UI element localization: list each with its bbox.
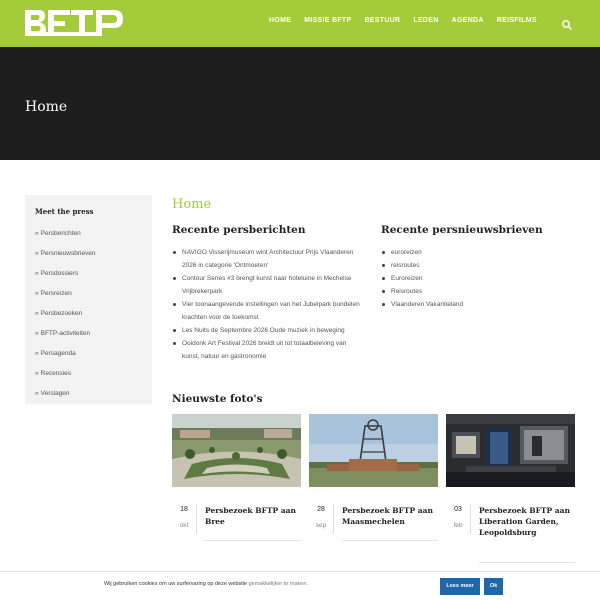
photo-date-day: 03 (454, 506, 462, 513)
card-divider (342, 540, 438, 541)
photo-museum-image[interactable] (446, 414, 575, 487)
page-hero: Home (0, 47, 600, 160)
sidebar-item-persnieuwsbrieven[interactable]: » Persnieuwsbrieven (35, 250, 96, 270)
photo-mine-tower-image[interactable] (309, 414, 438, 487)
photos-heading: Nieuwste foto's (172, 393, 263, 405)
date-divider (196, 504, 197, 534)
search-icon[interactable] (561, 19, 573, 31)
nav-agenda[interactable]: AGENDA (452, 17, 484, 31)
cookie-bar: Wij gebruiken cookies om uw surfervaring… (0, 571, 600, 600)
page-title: Home (172, 197, 212, 212)
newsletter-link[interactable]: Reisroutes (381, 285, 571, 298)
sidebar-item-recensies[interactable]: » Recensies (35, 370, 96, 390)
site-header: HOME MISSIE BFTP BESTUUR LEDEN AGENDA RE… (0, 0, 600, 47)
sidebar-item-persberichten[interactable]: » Persberichten (35, 230, 96, 250)
card-divider (205, 540, 301, 541)
newsletter-link[interactable]: Euroreizen (381, 272, 571, 285)
newsletters-heading: Recente persnieuwsbrieven (381, 224, 543, 236)
press-release-link[interactable]: Les Nuits de Septembre 2026 Oude muziek … (172, 324, 364, 337)
press-release-link[interactable]: NAVIGO Visserijmuseum wint Architectuur … (172, 246, 364, 272)
photo-date-month: feb (453, 522, 463, 529)
photo-card: 03 feb Persbezoek BFTP aan Liberation Ga… (446, 414, 575, 564)
photo-date-day: 18 (180, 506, 188, 513)
nav-bestuur[interactable]: BESTUUR (364, 17, 400, 31)
sidebar-heading: Meet the press (35, 207, 94, 216)
newsletter-link[interactable]: Vlaanderen Vakantieland (381, 298, 571, 311)
sidebar-item-persdossiers[interactable]: » Persdossiers (35, 270, 96, 290)
newsletters-list: euroreizen reisroutes Euroreizen Reisrou… (381, 246, 571, 311)
date-divider (333, 504, 334, 534)
cookie-info-link[interactable]: gemakkelijker te maken. (249, 581, 308, 587)
photo-title-link[interactable]: Persbezoek BFTP aan Liberation Garden, L… (479, 505, 575, 538)
accept-cookies-button[interactable]: Ok (484, 578, 503, 595)
photo-title-link[interactable]: Persbezoek BFTP aan Bree (205, 505, 301, 527)
hero-title: Home (25, 99, 68, 115)
photo-garden-image[interactable] (172, 414, 301, 487)
press-release-link[interactable]: Vier toonaangevende instellingen van het… (172, 298, 364, 324)
sidebar-item-persbezoeken[interactable]: » Persbezoeken (35, 310, 96, 330)
photo-date-month: okt (179, 522, 189, 529)
nav-leden[interactable]: LEDEN (413, 17, 438, 31)
sidebar: Meet the press » Persberichten » Persnieuw… (25, 195, 152, 404)
sidebar-item-bftp-activiteiten[interactable]: » BFTP-activiteiten (35, 330, 96, 350)
cookie-message: Wij gebruiken cookies om uw surfervaring… (104, 581, 308, 587)
sidebar-menu: » Persberichten » Persnieuwsbrieven » Persd… (35, 230, 96, 410)
photo-date-month: sep (315, 522, 327, 529)
press-releases-heading: Recente persberichten (172, 224, 306, 236)
bftp-logo[interactable] (25, 8, 125, 38)
photo-date-day: 28 (317, 506, 325, 513)
read-more-button[interactable]: Lees meer (440, 578, 480, 595)
photo-card: 28 sep Persbezoek BFTP aan Maasmechelen (309, 414, 438, 564)
sidebar-item-persreizen[interactable]: » Persreizen (35, 290, 96, 310)
nav-reisfilms[interactable]: REISFILMS (497, 17, 537, 31)
sidebar-item-verslagen[interactable]: » Verslagen (35, 390, 96, 410)
card-divider (479, 562, 575, 563)
nav-missie-bftp[interactable]: MISSIE BFTP (304, 17, 351, 31)
press-release-link[interactable]: Contour Series #3 brengt kunst naar hote… (172, 272, 364, 298)
main-nav: HOME MISSIE BFTP BESTUUR LEDEN AGENDA RE… (262, 17, 550, 31)
date-divider (470, 504, 471, 534)
photo-card: 18 okt Persbezoek BFTP aan Bree (172, 414, 301, 564)
nav-home[interactable]: HOME (269, 17, 291, 31)
newsletter-link[interactable]: reisroutes (381, 259, 571, 272)
press-release-link[interactable]: Ooidonk Art Festival 2026 breidt uit tot… (172, 337, 364, 363)
sidebar-item-persagenda[interactable]: » Persagenda (35, 350, 96, 370)
newsletter-link[interactable]: euroreizen (381, 246, 571, 259)
press-releases-list: NAVIGO Visserijmuseum wint Architectuur … (172, 246, 364, 363)
photo-title-link[interactable]: Persbezoek BFTP aan Maasmechelen (342, 505, 438, 527)
